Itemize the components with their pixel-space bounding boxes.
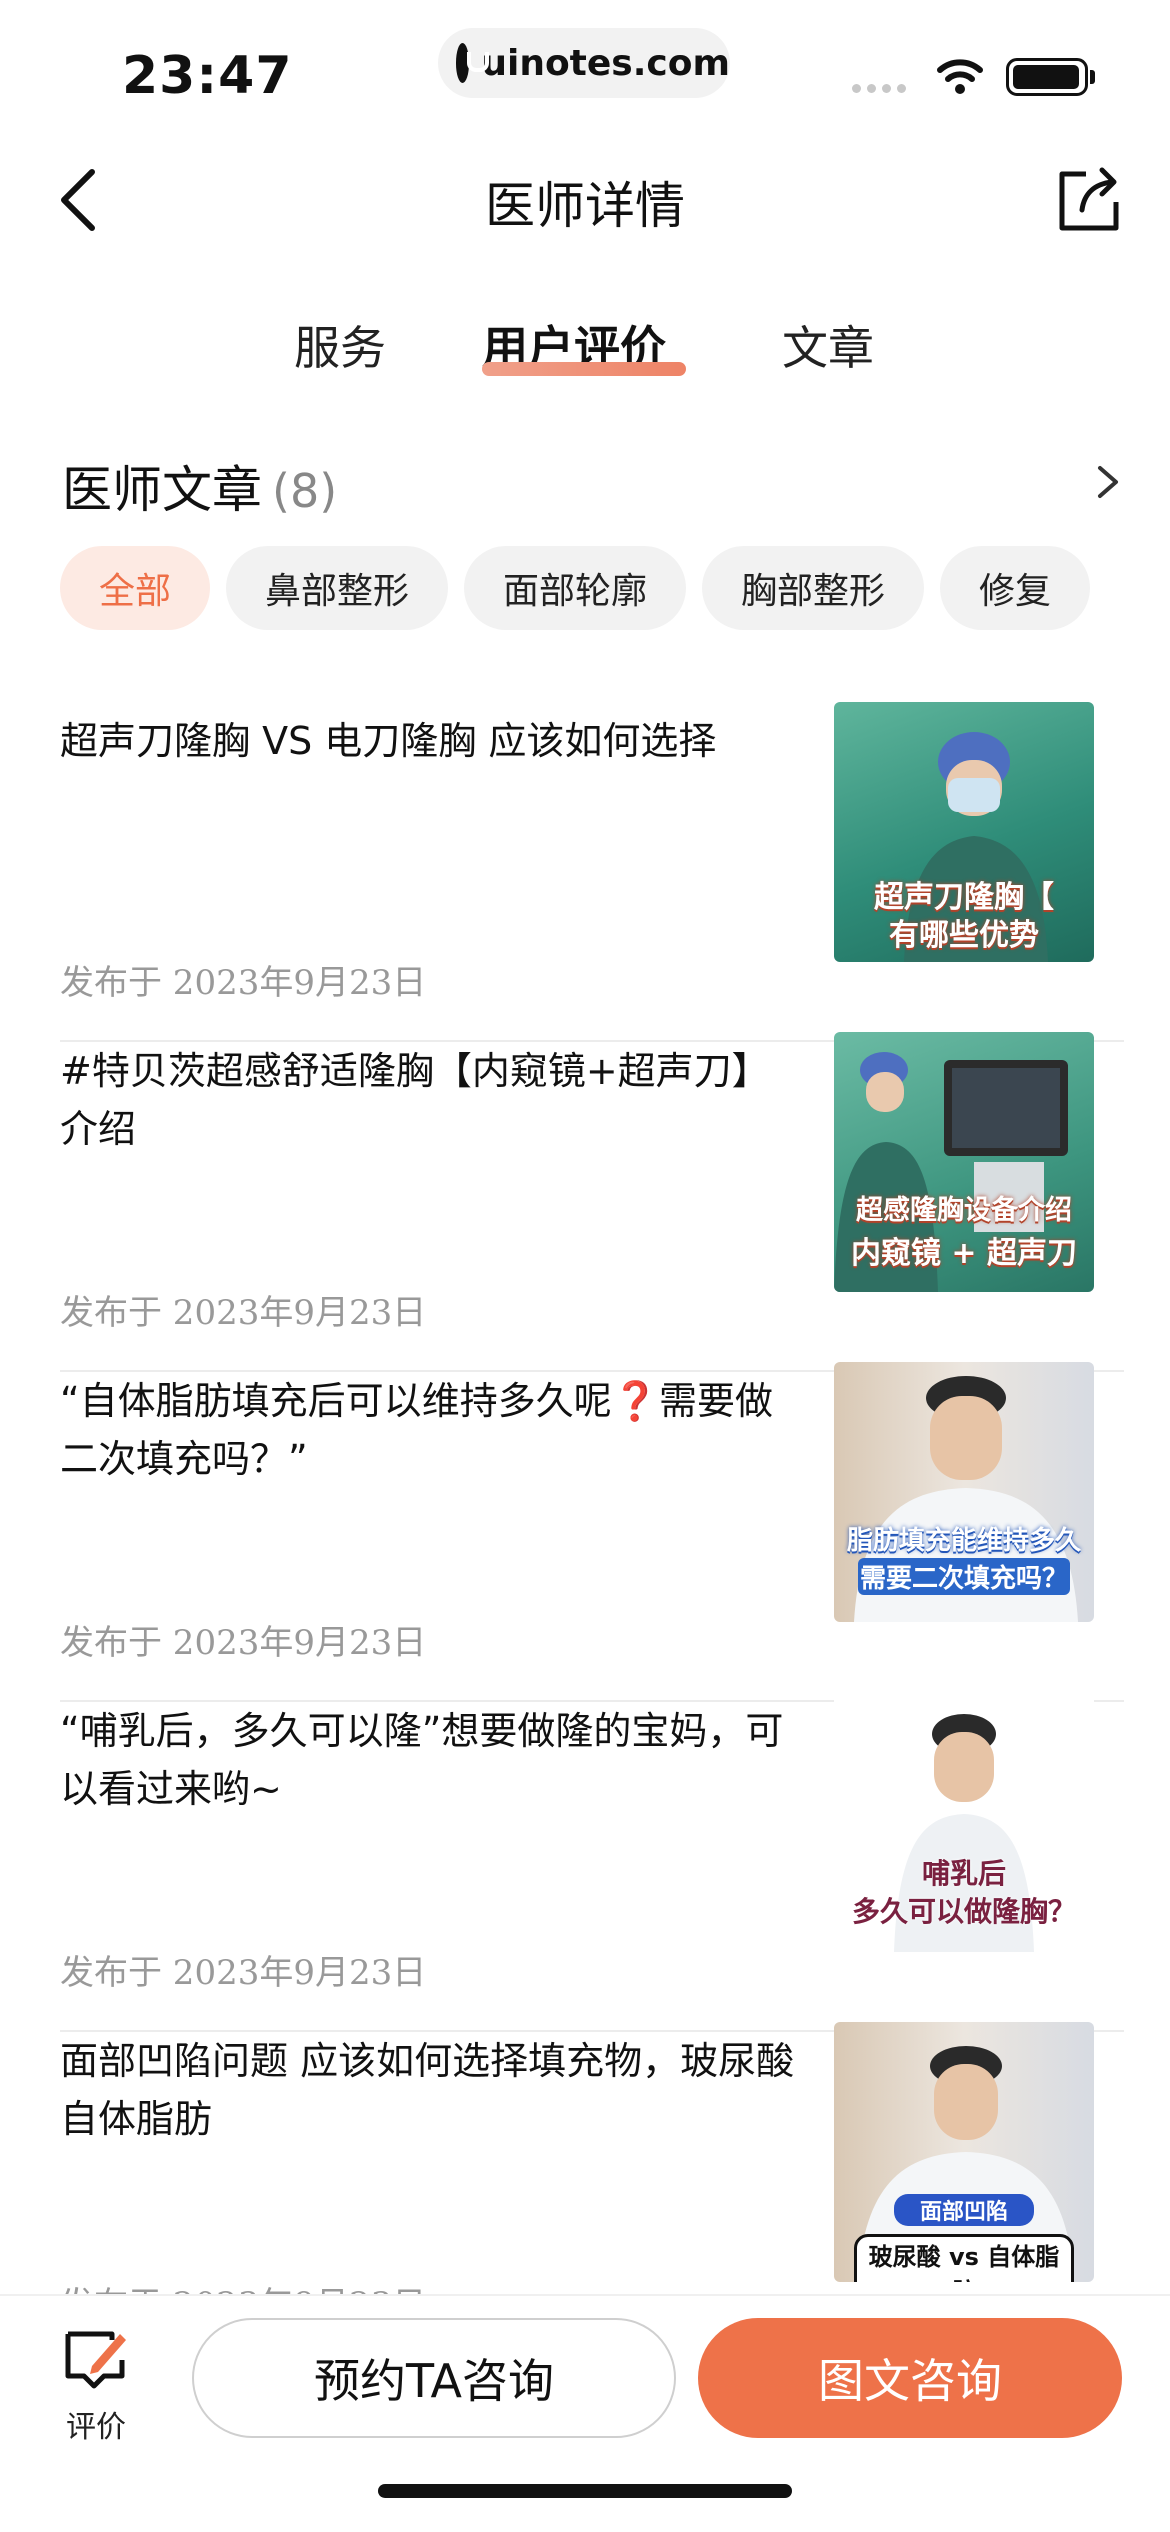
thumbnail-caption-line-1: 脂肪填充能维持多久 bbox=[846, 1526, 1081, 1556]
section-title-text: 医师文章 bbox=[62, 461, 262, 519]
battery-icon bbox=[1006, 58, 1088, 96]
chip-repair[interactable]: 修复 bbox=[940, 546, 1090, 630]
article-title: “自体脂肪填充后可以维持多久呢❓需要做二次填充吗？” bbox=[60, 1379, 774, 1481]
article-item[interactable]: 超声刀隆胸 VS 电刀隆胸 应该如何选择 发布于 2023年9月23日 超声刀隆… bbox=[60, 702, 1124, 1042]
status-time: 23:47 bbox=[122, 46, 293, 106]
section-count: (8) bbox=[272, 464, 338, 518]
article-date: 发布于 2023年9月23日 bbox=[60, 963, 427, 1003]
chip-face-contour[interactable]: 面部轮廓 bbox=[464, 546, 686, 630]
wifi-icon bbox=[937, 59, 983, 94]
article-item[interactable]: “自体脂肪填充后可以维持多久呢❓需要做二次填充吗？” 发布于 2023年9月23… bbox=[60, 1362, 1124, 1702]
article-item[interactable]: “哺乳后，多久可以隆”想要做隆的宝妈，可以看过来哟~ 发布于 2023年9月23… bbox=[60, 1692, 1124, 2032]
chip-all[interactable]: 全部 bbox=[60, 546, 210, 630]
text-consultation-button[interactable]: 图文咨询 bbox=[698, 2318, 1122, 2438]
article-title: “哺乳后，多久可以隆”想要做隆的宝妈，可以看过来哟~ bbox=[60, 1709, 784, 1811]
active-tab-indicator bbox=[482, 362, 686, 376]
article-thumbnail: 超声刀隆胸【 有哪些优势 bbox=[834, 702, 1094, 962]
thumbnail-caption-line-2: 内窥镜 + 超声刀 bbox=[850, 1236, 1078, 1271]
article-title: 超声刀隆胸 VS 电刀隆胸 应该如何选择 bbox=[60, 719, 717, 763]
review-label: 评价 bbox=[66, 2410, 126, 2445]
category-chips: 全部 鼻部整形 面部轮廓 胸部整形 修复 bbox=[60, 546, 1090, 630]
article-thumbnail: 脂肪填充能维持多久 需要二次填充吗？ bbox=[834, 1362, 1094, 1622]
review-edit-icon bbox=[65, 2331, 126, 2389]
article-thumbnail: 面部凹陷 玻尿酸 vs 自体脂肪 bbox=[834, 2022, 1094, 2282]
thumbnail-caption-line-1: 面部凹陷 bbox=[894, 2194, 1034, 2226]
book-consultation-button[interactable]: 预约TA咨询 bbox=[192, 2318, 676, 2438]
article-thumbnail: 超感隆胸设备介绍 内窥镜 + 超声刀 bbox=[834, 1032, 1094, 1292]
article-date: 发布于 2023年9月23日 bbox=[60, 1293, 427, 1333]
article-item[interactable]: #特贝茨超感舒适隆胸【内窥镜+超声刀】介绍 发布于 2023年9月23日 超感隆… bbox=[60, 1032, 1124, 1372]
chip-breast[interactable]: 胸部整形 bbox=[702, 546, 924, 630]
url-text: uinotes.com bbox=[481, 42, 730, 84]
article-title: #特贝茨超感舒适隆胸【内窥镜+超声刀】介绍 bbox=[60, 1049, 770, 1151]
home-indicator bbox=[378, 2484, 792, 2498]
thumbnail-caption-line-2: 需要二次填充吗？ bbox=[858, 1558, 1070, 1595]
section-title: 医师文章 (8) bbox=[62, 450, 337, 522]
tab-articles[interactable]: 文章 bbox=[782, 312, 874, 378]
share-icon[interactable] bbox=[1056, 164, 1122, 234]
url-pill[interactable]: uinotes.com bbox=[438, 28, 730, 98]
thumbnail-caption-line-2: 有哪些优势 bbox=[889, 918, 1039, 953]
tab-service[interactable]: 服务 bbox=[294, 312, 386, 378]
thumbnail-caption-line-1: 超感隆胸设备介绍 bbox=[856, 1195, 1072, 1226]
battery-tip bbox=[1090, 70, 1095, 84]
site-logo-icon bbox=[456, 43, 490, 83]
article-date: 发布于 2023年9月23日 bbox=[60, 1953, 427, 1993]
chevron-right-icon[interactable] bbox=[1090, 462, 1126, 502]
review-button[interactable]: 评价 bbox=[56, 2326, 136, 2446]
thumbnail-caption-line-2: 多久可以做隆胸？ bbox=[851, 1895, 1076, 1928]
page-title: 医师详情 bbox=[485, 177, 685, 235]
chip-nose[interactable]: 鼻部整形 bbox=[226, 546, 448, 630]
thumbnail-caption-line-1: 哺乳后 bbox=[921, 1857, 1006, 1890]
article-thumbnail: 哺乳后 多久可以做隆胸？ bbox=[834, 1692, 1094, 1952]
article-title: 面部凹陷问题 应该如何选择填充物，玻尿酸 自体脂肪 bbox=[60, 2039, 795, 2141]
thumbnail-caption-line-2: 玻尿酸 vs 自体脂肪 bbox=[854, 2234, 1074, 2282]
signal-icon bbox=[852, 84, 906, 93]
status-bar: 23:47 uinotes.com bbox=[0, 0, 1170, 130]
article-date: 发布于 2023年9月23日 bbox=[60, 1623, 427, 1663]
